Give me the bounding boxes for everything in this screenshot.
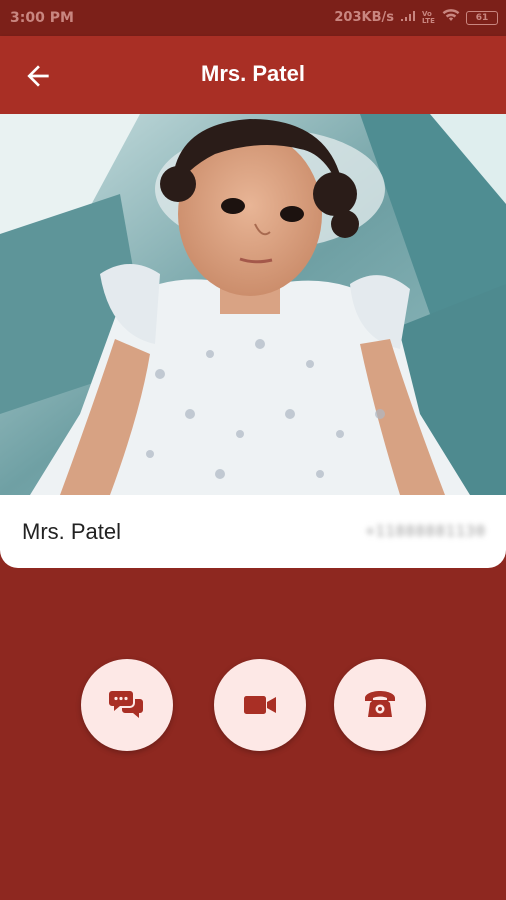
contact-card: Mrs. Patel +11888881130	[0, 495, 506, 568]
telephone-icon	[365, 691, 395, 717]
wifi-icon	[442, 9, 460, 26]
voice-call-button[interactable]	[334, 659, 426, 751]
status-indicators: 203KB/s VoLTE 61	[334, 9, 498, 26]
signal-icon	[400, 10, 416, 26]
contact-photo	[0, 114, 506, 495]
battery-icon: 61	[466, 10, 498, 25]
contact-number: +11888881130	[365, 522, 486, 540]
app-bar: Mrs. Patel	[0, 36, 506, 114]
network-speed: 203KB/s	[334, 10, 394, 25]
network-type: VoLTE	[422, 9, 435, 25]
video-call-button[interactable]	[214, 659, 306, 751]
message-button[interactable]	[81, 659, 173, 751]
video-camera-icon	[244, 696, 276, 714]
chat-bubbles-icon	[109, 691, 143, 718]
page-title: Mrs. Patel	[201, 61, 305, 86]
status-bar: 3:00 PM 203KB/s VoLTE 61	[0, 0, 506, 36]
status-time: 3:00 PM	[10, 10, 74, 26]
contact-name: Mrs. Patel	[22, 519, 122, 544]
